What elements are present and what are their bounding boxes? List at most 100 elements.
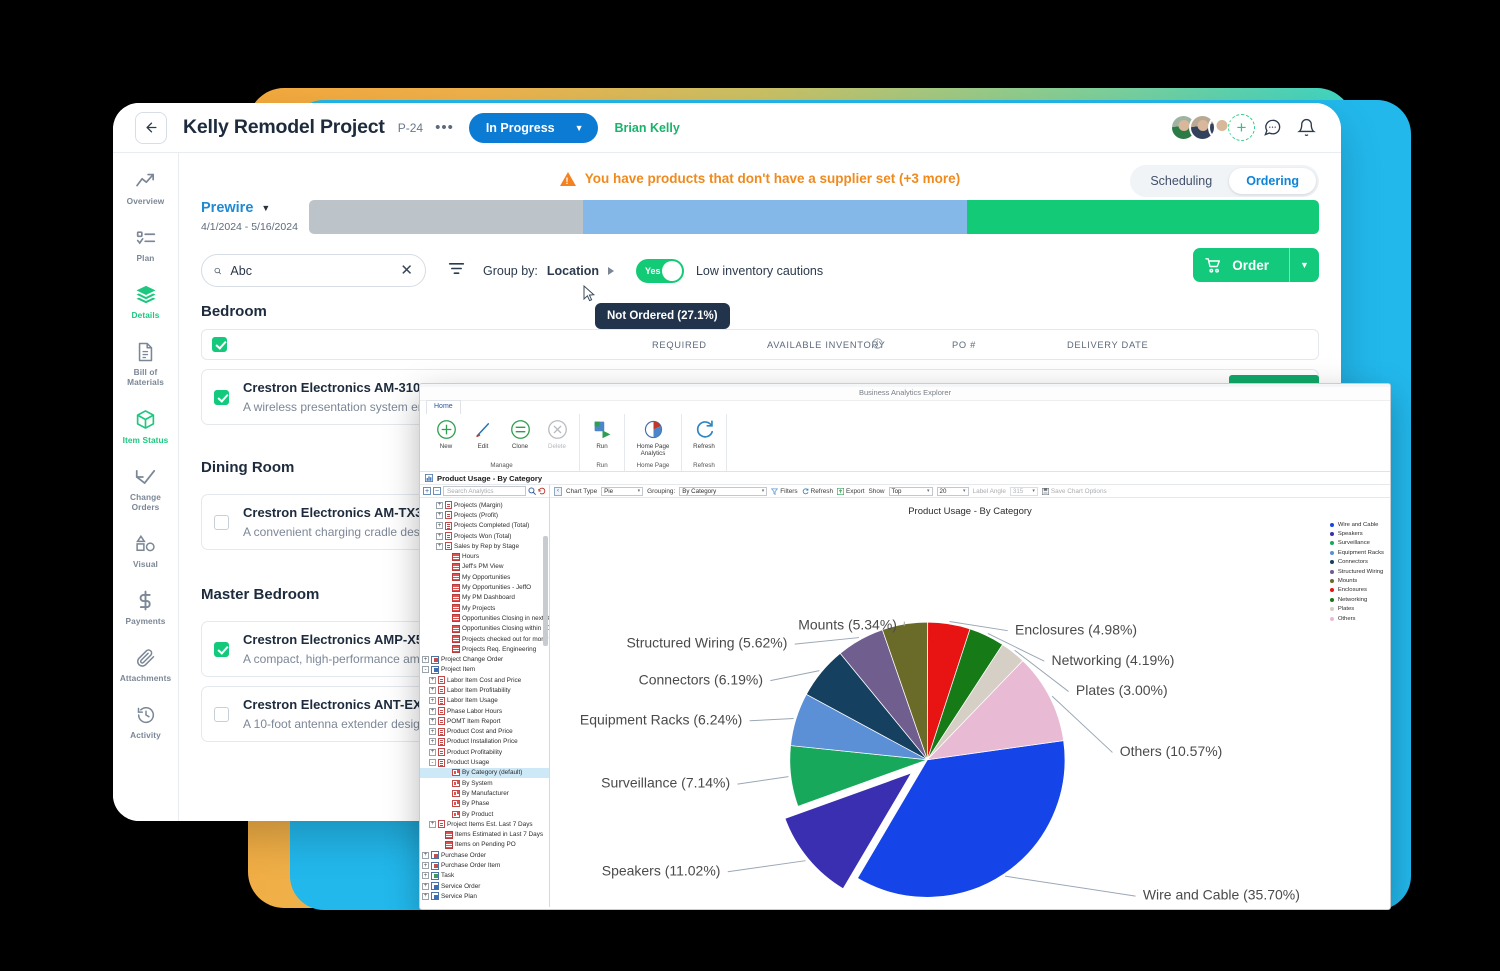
tree-item[interactable]: + Project Change Order <box>420 654 549 664</box>
tree-expander[interactable]: + <box>436 522 443 530</box>
legend-item[interactable]: Structured Wiring <box>1329 567 1384 576</box>
tree-item[interactable]: + Service Order <box>420 881 549 891</box>
tree-item[interactable]: + Product Installation Price <box>420 737 549 747</box>
undo-icon[interactable] <box>538 487 546 495</box>
collapse-all-icon[interactable]: − <box>433 487 441 495</box>
progress-segment-ordered[interactable] <box>582 200 967 234</box>
order-dropdown-caret[interactable]: ▼ <box>1289 248 1319 282</box>
legend-item[interactable]: Others <box>1329 614 1384 623</box>
more-options-button[interactable]: ••• <box>435 120 454 135</box>
sidebar-item-payments[interactable]: Payments <box>113 579 178 636</box>
legend-item[interactable]: Speakers <box>1329 529 1384 538</box>
low-inventory-toggle[interactable]: Yes <box>635 258 684 283</box>
tree-item[interactable]: + Product Profitability <box>420 747 549 757</box>
tree-item[interactable]: - Product Usage <box>420 757 549 767</box>
tree-item[interactable]: Projects Req. Engineering <box>420 644 549 654</box>
tree-expander[interactable]: + <box>436 511 443 519</box>
grouping-select[interactable]: By Category ▾ <box>679 486 768 496</box>
sidebar-item-activity[interactable]: Activity <box>113 693 178 750</box>
tree-item[interactable]: Items Estimated in Last 7 Days <box>420 830 549 840</box>
sidebar-item-bill-of-materials[interactable]: Bill of Materials <box>113 330 178 397</box>
tree-item[interactable]: + Sales by Rep by Stage <box>420 541 549 551</box>
tree-expander[interactable]: + <box>422 872 429 880</box>
tree-scrollbar[interactable] <box>543 536 548 646</box>
tree-item[interactable]: + Projects (Profit) <box>420 510 549 520</box>
filter-icon[interactable] <box>448 261 465 281</box>
search-input[interactable]: ✕ <box>201 254 426 287</box>
tree-expander[interactable]: + <box>422 851 429 859</box>
row-checkbox[interactable] <box>214 514 229 530</box>
export-button[interactable]: Export <box>837 487 865 495</box>
order-button[interactable]: Order ▼ <box>1193 248 1319 282</box>
tree-item[interactable]: My Projects <box>420 603 549 613</box>
pie-chart[interactable]: Wire and Cable (35.70%) Speakers (11.02%)… <box>550 498 1390 910</box>
tree-item[interactable]: Jeff's PM View <box>420 562 549 572</box>
legend-item[interactable]: Networking <box>1329 595 1384 604</box>
sidebar-item-plan[interactable]: Plan <box>113 216 178 273</box>
project-owner[interactable]: Brian Kelly <box>615 121 680 135</box>
tree-expander[interactable]: + <box>422 862 429 870</box>
tree-expander[interactable]: + <box>429 697 436 705</box>
tree-item[interactable]: + Product Cost and Price <box>420 727 549 737</box>
tree-expander[interactable]: + <box>422 892 429 900</box>
tree-item[interactable]: + Purchase Order Item <box>420 860 549 870</box>
chart-type-select[interactable]: Pie ▾ <box>601 486 644 496</box>
show-mode-select[interactable]: Top ▾ <box>888 486 933 496</box>
sidebar-item-item-status[interactable]: Item Status <box>113 398 178 455</box>
phase-dropdown[interactable]: Prewire ▼ <box>201 200 309 216</box>
tree-expander[interactable]: + <box>429 728 436 736</box>
tree-item[interactable]: + Project Items Est. Last 7 Days <box>420 819 549 829</box>
bell-icon[interactable] <box>1289 111 1323 145</box>
tree-expander[interactable]: + <box>429 748 436 756</box>
filters-button[interactable]: Filters <box>771 488 798 495</box>
tree-expander[interactable]: + <box>429 738 436 746</box>
row-checkbox[interactable] <box>214 706 229 722</box>
progress-segment-received[interactable] <box>966 200 1319 234</box>
tree-list[interactable]: + Projects (Margin) + Projects (Profit) + Pro… <box>420 498 549 907</box>
tree-item[interactable]: My PM Dashboard <box>420 593 549 603</box>
status-dropdown[interactable]: In Progress ▼ <box>468 112 598 143</box>
tree-item[interactable]: - Project Item <box>420 665 549 675</box>
phase-progress-bar[interactable] <box>309 200 1319 234</box>
tree-item[interactable]: + Projects (Margin) <box>420 500 549 510</box>
tree-expander[interactable]: - <box>422 666 429 674</box>
sidebar-item-visual[interactable]: Visual <box>113 522 178 579</box>
show-count-select[interactable]: 20 ▾ <box>936 486 969 496</box>
avatar[interactable] <box>1208 114 1235 141</box>
tree-item[interactable]: By Product <box>420 809 549 819</box>
tree-item[interactable]: + Projects Completed (Total) <box>420 521 549 531</box>
collapse-left-icon[interactable]: ‹ <box>554 486 562 496</box>
tree-item[interactable]: By Phase <box>420 799 549 809</box>
group-by-control[interactable]: Group by: Location <box>483 264 614 278</box>
tree-expander[interactable]: + <box>422 656 429 664</box>
search-field[interactable] <box>230 263 392 278</box>
tree-item[interactable]: My Opportunities <box>420 572 549 582</box>
legend-item[interactable]: Enclosures <box>1329 586 1384 595</box>
legend-item[interactable]: Equipment Racks <box>1329 548 1384 557</box>
tree-expander[interactable]: + <box>429 676 436 684</box>
tab-ordering[interactable]: Ordering <box>1229 168 1316 194</box>
tree-item[interactable]: By Category (default) <box>420 767 549 779</box>
tab-scheduling[interactable]: Scheduling <box>1133 168 1229 194</box>
legend-item[interactable]: Plates <box>1329 605 1384 614</box>
tree-item[interactable]: + Labor Item Usage <box>420 696 549 706</box>
back-button[interactable] <box>135 111 167 144</box>
tree-item[interactable]: Hours <box>420 551 549 561</box>
tree-expander[interactable]: + <box>436 532 443 540</box>
row-checkbox[interactable] <box>214 641 229 657</box>
progress-segment-not-ordered[interactable] <box>309 200 583 234</box>
tree-item[interactable]: By System <box>420 778 549 788</box>
chat-icon[interactable] <box>1255 111 1289 145</box>
tree-item[interactable]: Projects checked out for more then <box>420 634 549 644</box>
sidebar-item-change-orders[interactable]: Change Orders <box>113 455 178 522</box>
tree-item[interactable]: Opportunities Closing within 90 days <box>420 624 549 634</box>
expand-all-icon[interactable]: + <box>423 487 431 495</box>
select-all-checkbox[interactable] <box>212 337 227 352</box>
tree-expander[interactable]: + <box>436 542 443 550</box>
tree-search-input[interactable]: Search Analytics <box>443 486 526 496</box>
tree-item[interactable]: + Service Plan <box>420 891 549 901</box>
sidebar-item-overview[interactable]: Overview <box>113 159 178 216</box>
clone-button[interactable]: Clone <box>503 417 537 462</box>
legend-item[interactable]: Mounts <box>1329 576 1384 585</box>
edit-button[interactable]: Edit <box>466 417 500 462</box>
